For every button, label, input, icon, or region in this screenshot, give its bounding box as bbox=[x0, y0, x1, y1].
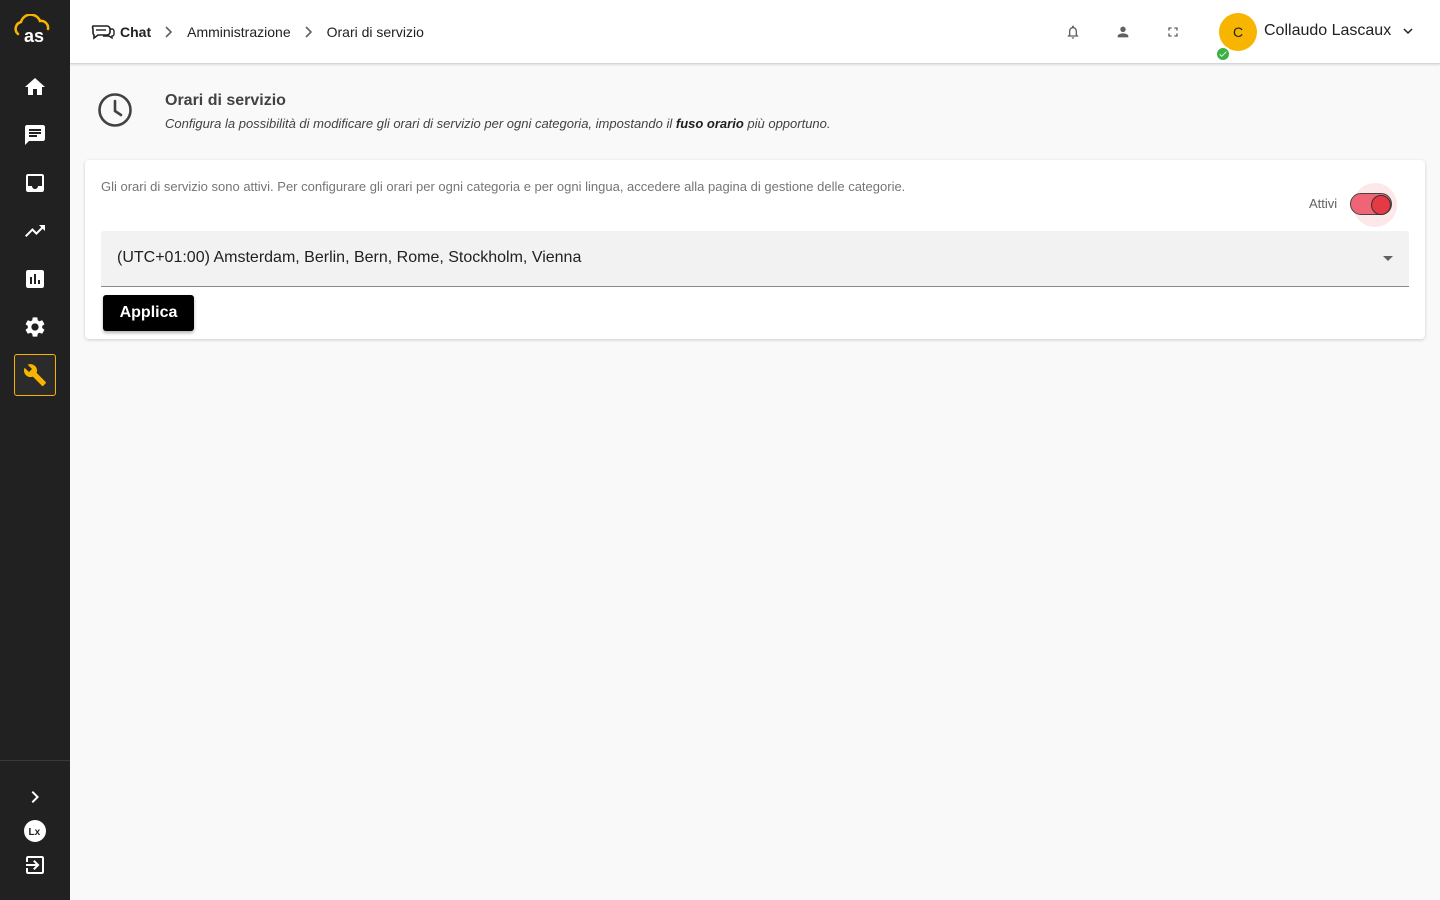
chat-bubbles-icon bbox=[91, 25, 115, 40]
fullscreen-button[interactable] bbox=[1163, 22, 1183, 42]
sidebar-item-chat[interactable] bbox=[14, 114, 56, 156]
dropdown-arrow-icon bbox=[1383, 256, 1393, 261]
home-icon bbox=[25, 78, 45, 95]
wrench-icon bbox=[23, 364, 46, 386]
breadcrumb-chat[interactable]: Chat bbox=[120, 24, 151, 40]
sidebar-item-settings[interactable] bbox=[14, 306, 56, 348]
lascaux-logo-icon: Lx bbox=[24, 820, 46, 842]
sidebar-divider bbox=[0, 760, 70, 761]
sidebar-item-admin[interactable] bbox=[14, 354, 56, 396]
page-subtitle: Configura la possibilità di modificare g… bbox=[165, 116, 831, 131]
chevron-down-icon[interactable] bbox=[1403, 26, 1413, 36]
sidebar: as Lx bbox=[0, 0, 70, 900]
page-title: Orari di servizio bbox=[165, 92, 286, 109]
info-text: Gli orari di servizio sono attivi. Per c… bbox=[101, 179, 906, 194]
svg-text:as: as bbox=[24, 26, 44, 44]
apply-button[interactable]: Applica bbox=[103, 295, 194, 331]
page-subtitle-pre: Configura la possibilità di modificare g… bbox=[165, 116, 676, 131]
sidebar-item-trending[interactable] bbox=[14, 210, 56, 252]
sidebar-item-inbox[interactable] bbox=[14, 162, 56, 204]
page-subtitle-post: più opportuno. bbox=[743, 116, 831, 131]
profile-button[interactable] bbox=[1113, 22, 1133, 42]
svg-text:Lx: Lx bbox=[29, 827, 41, 838]
sidebar-item-home[interactable] bbox=[14, 66, 56, 108]
page-subtitle-bold: fuso orario bbox=[675, 116, 744, 131]
chevron-right-icon bbox=[305, 26, 312, 38]
breadcrumb-amministrazione[interactable]: Amministrazione bbox=[187, 24, 290, 40]
notifications-button[interactable] bbox=[1063, 22, 1083, 42]
gear-icon bbox=[25, 317, 45, 337]
timezone-select-value: (UTC+01:00) Amsterdam, Berlin, Bern, Rom… bbox=[117, 249, 582, 266]
logout-icon bbox=[26, 856, 44, 874]
inbox-icon bbox=[26, 174, 44, 192]
bell-icon bbox=[1067, 25, 1079, 39]
timezone-select[interactable]: (UTC+01:00) Amsterdam, Berlin, Bern, Rom… bbox=[101, 231, 1409, 287]
active-toggle-knob[interactable] bbox=[1371, 195, 1391, 215]
person-icon bbox=[1117, 26, 1129, 38]
service-hours-card: Gli orari di servizio sono attivi. Per c… bbox=[85, 160, 1425, 339]
chevron-right-icon bbox=[165, 26, 173, 38]
trending-up-icon bbox=[25, 225, 45, 237]
sidebar-item-reports[interactable] bbox=[14, 258, 56, 300]
chevron-right-icon bbox=[31, 791, 39, 803]
chat-icon bbox=[25, 125, 45, 145]
clock-icon bbox=[98, 93, 132, 127]
breadcrumb-orari-di-servizio: Orari di servizio bbox=[326, 24, 424, 40]
user-name[interactable]: Collaudo Lascaux bbox=[1264, 22, 1391, 40]
breadcrumb: Chat Amministrazione Orari di servizio bbox=[90, 20, 424, 44]
fullscreen-icon bbox=[1168, 27, 1178, 37]
bar-chart-icon bbox=[26, 270, 44, 288]
toggle-label: Attivi bbox=[1309, 196, 1338, 211]
top-header: Chat Amministrazione Orari di servizio C… bbox=[70, 0, 1440, 64]
online-status-badge bbox=[1215, 46, 1231, 62]
check-icon bbox=[1219, 51, 1227, 57]
sidebar-logout-button[interactable] bbox=[14, 844, 56, 886]
app-logo[interactable]: as bbox=[12, 13, 56, 46]
